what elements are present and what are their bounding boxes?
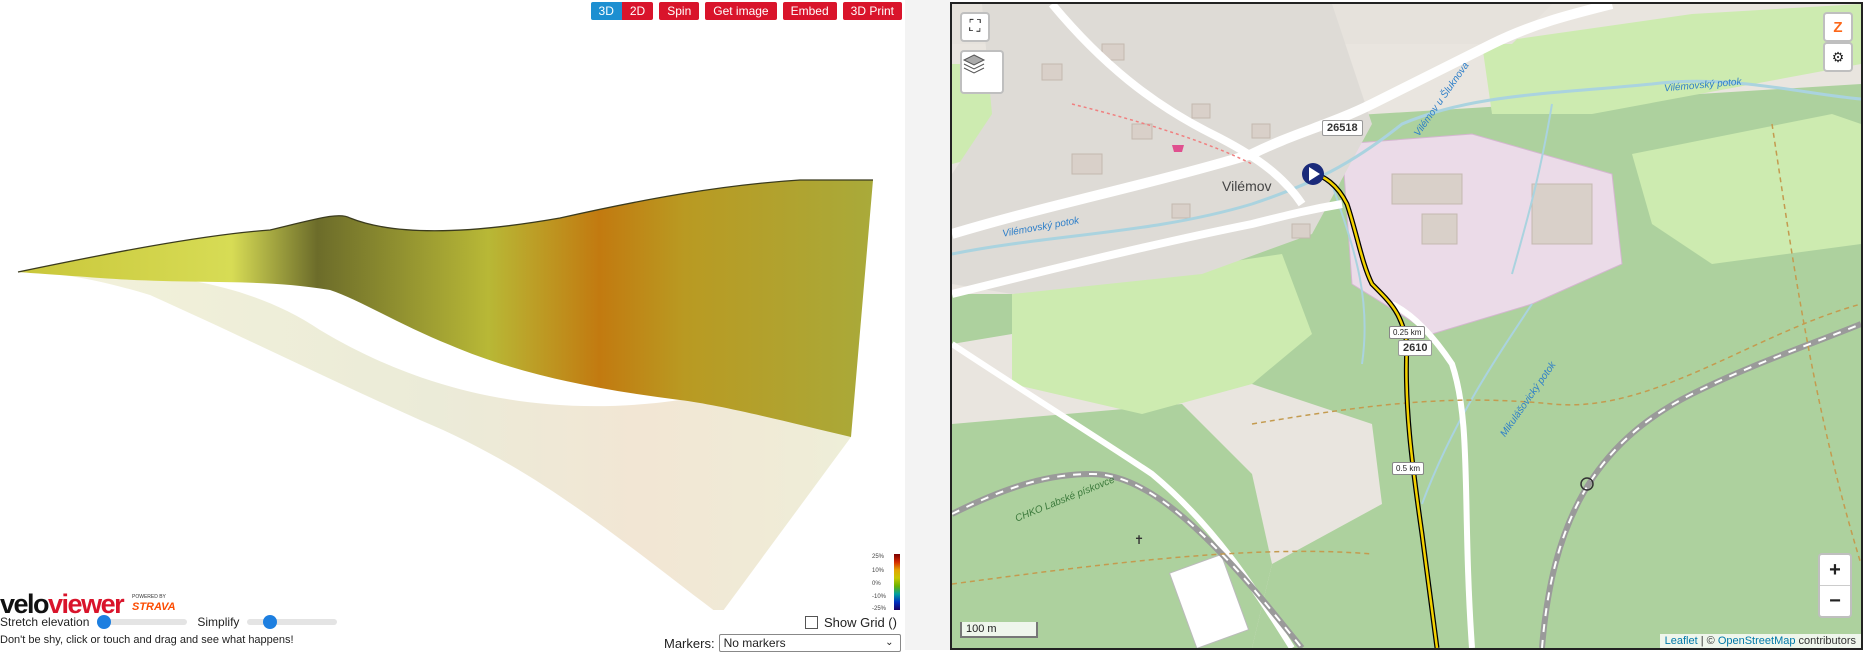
shop-icon (1172, 145, 1184, 152)
osm-link[interactable]: OpenStreetMap (1718, 635, 1796, 647)
show-grid-checkbox[interactable] (805, 616, 818, 629)
zwift-icon: Z (1833, 18, 1843, 36)
legend-label: 25% (872, 554, 885, 560)
zoom-in-button[interactable]: + (1820, 555, 1850, 586)
markers-label: Markers: (664, 635, 715, 651)
settings-button[interactable]: ⚙ (1823, 42, 1853, 72)
map-attribution: Leaflet | © OpenStreetMap contributors (1659, 634, 1861, 648)
view-mode-group: 3D 2D (590, 2, 654, 20)
embed-button[interactable]: Embed (782, 2, 837, 20)
spin-button[interactable]: Spin (659, 2, 700, 20)
leaflet-link[interactable]: Leaflet (1665, 635, 1698, 647)
profile-controls: Stretch elevation Simplify (0, 615, 347, 629)
elevation-3d-profile[interactable] (0, 0, 905, 610)
show-grid-control[interactable]: Show Grid () (805, 615, 897, 630)
panel-gutter (905, 0, 950, 650)
route-start-marker[interactable] (1302, 163, 1324, 185)
3d-button[interactable]: 3D (590, 2, 622, 20)
markers-control: Markers: No markers ⌄ (664, 634, 901, 652)
stretch-elevation-label: Stretch elevation (0, 615, 90, 629)
gradient-legend-bar (894, 554, 900, 610)
simplify-slider[interactable] (247, 615, 338, 629)
hint-text: Don't be shy, click or touch and drag an… (0, 634, 294, 646)
fullscreen-icon: ⛶ (969, 18, 981, 35)
markers-select[interactable]: No markers ⌄ (718, 634, 901, 652)
layers-icon (962, 54, 986, 74)
simplify-knob[interactable] (263, 615, 278, 629)
3d-print-button[interactable]: 3D Print (842, 2, 902, 20)
route-map[interactable]: ✝ Vilémov 26518 2610 0.25 km 0.5 km Vilé… (950, 2, 1863, 650)
strava-logo: STRAVA (132, 601, 176, 613)
legend-label: -25% (872, 606, 887, 612)
zwift-button[interactable]: Z (1823, 12, 1853, 42)
road-shield: 26518 (1322, 120, 1363, 136)
zoom-out-button[interactable]: − (1820, 586, 1850, 616)
road-shield: 2610 (1398, 340, 1433, 356)
2d-button[interactable]: 2D (621, 2, 654, 20)
legend-label: -10% (872, 594, 887, 600)
get-image-button[interactable]: Get image (705, 2, 777, 20)
stretch-elevation-knob[interactable] (97, 615, 112, 629)
distance-marker: 0.25 km (1389, 326, 1426, 339)
simplify-label: Simplify (197, 615, 240, 629)
chevron-down-icon: ⌄ (885, 637, 894, 648)
layers-button[interactable] (960, 50, 1004, 94)
legend-label: 0% (872, 581, 881, 587)
legend-label: 10% (872, 568, 885, 574)
view-toolbar: 3D 2D Spin Get image Embed 3D Print (590, 2, 902, 20)
map-town-label: Vilémov (1222, 178, 1272, 194)
elevation-3d-panel[interactable]: 3D 2D Spin Get image Embed 3D Print 25% … (0, 0, 905, 652)
cross-icon: ✝ (1134, 533, 1144, 547)
map-scale: 100 m (960, 622, 1038, 638)
zoom-control: + − (1818, 553, 1852, 618)
gear-icon: ⚙ (1831, 48, 1845, 65)
distance-marker: 0.5 km (1392, 462, 1425, 475)
powered-by-text: POWERED BY (132, 594, 166, 600)
show-grid-label: Show Grid () (824, 615, 897, 630)
stretch-elevation-slider[interactable] (97, 615, 188, 629)
fullscreen-button[interactable]: ⛶ (960, 12, 990, 42)
